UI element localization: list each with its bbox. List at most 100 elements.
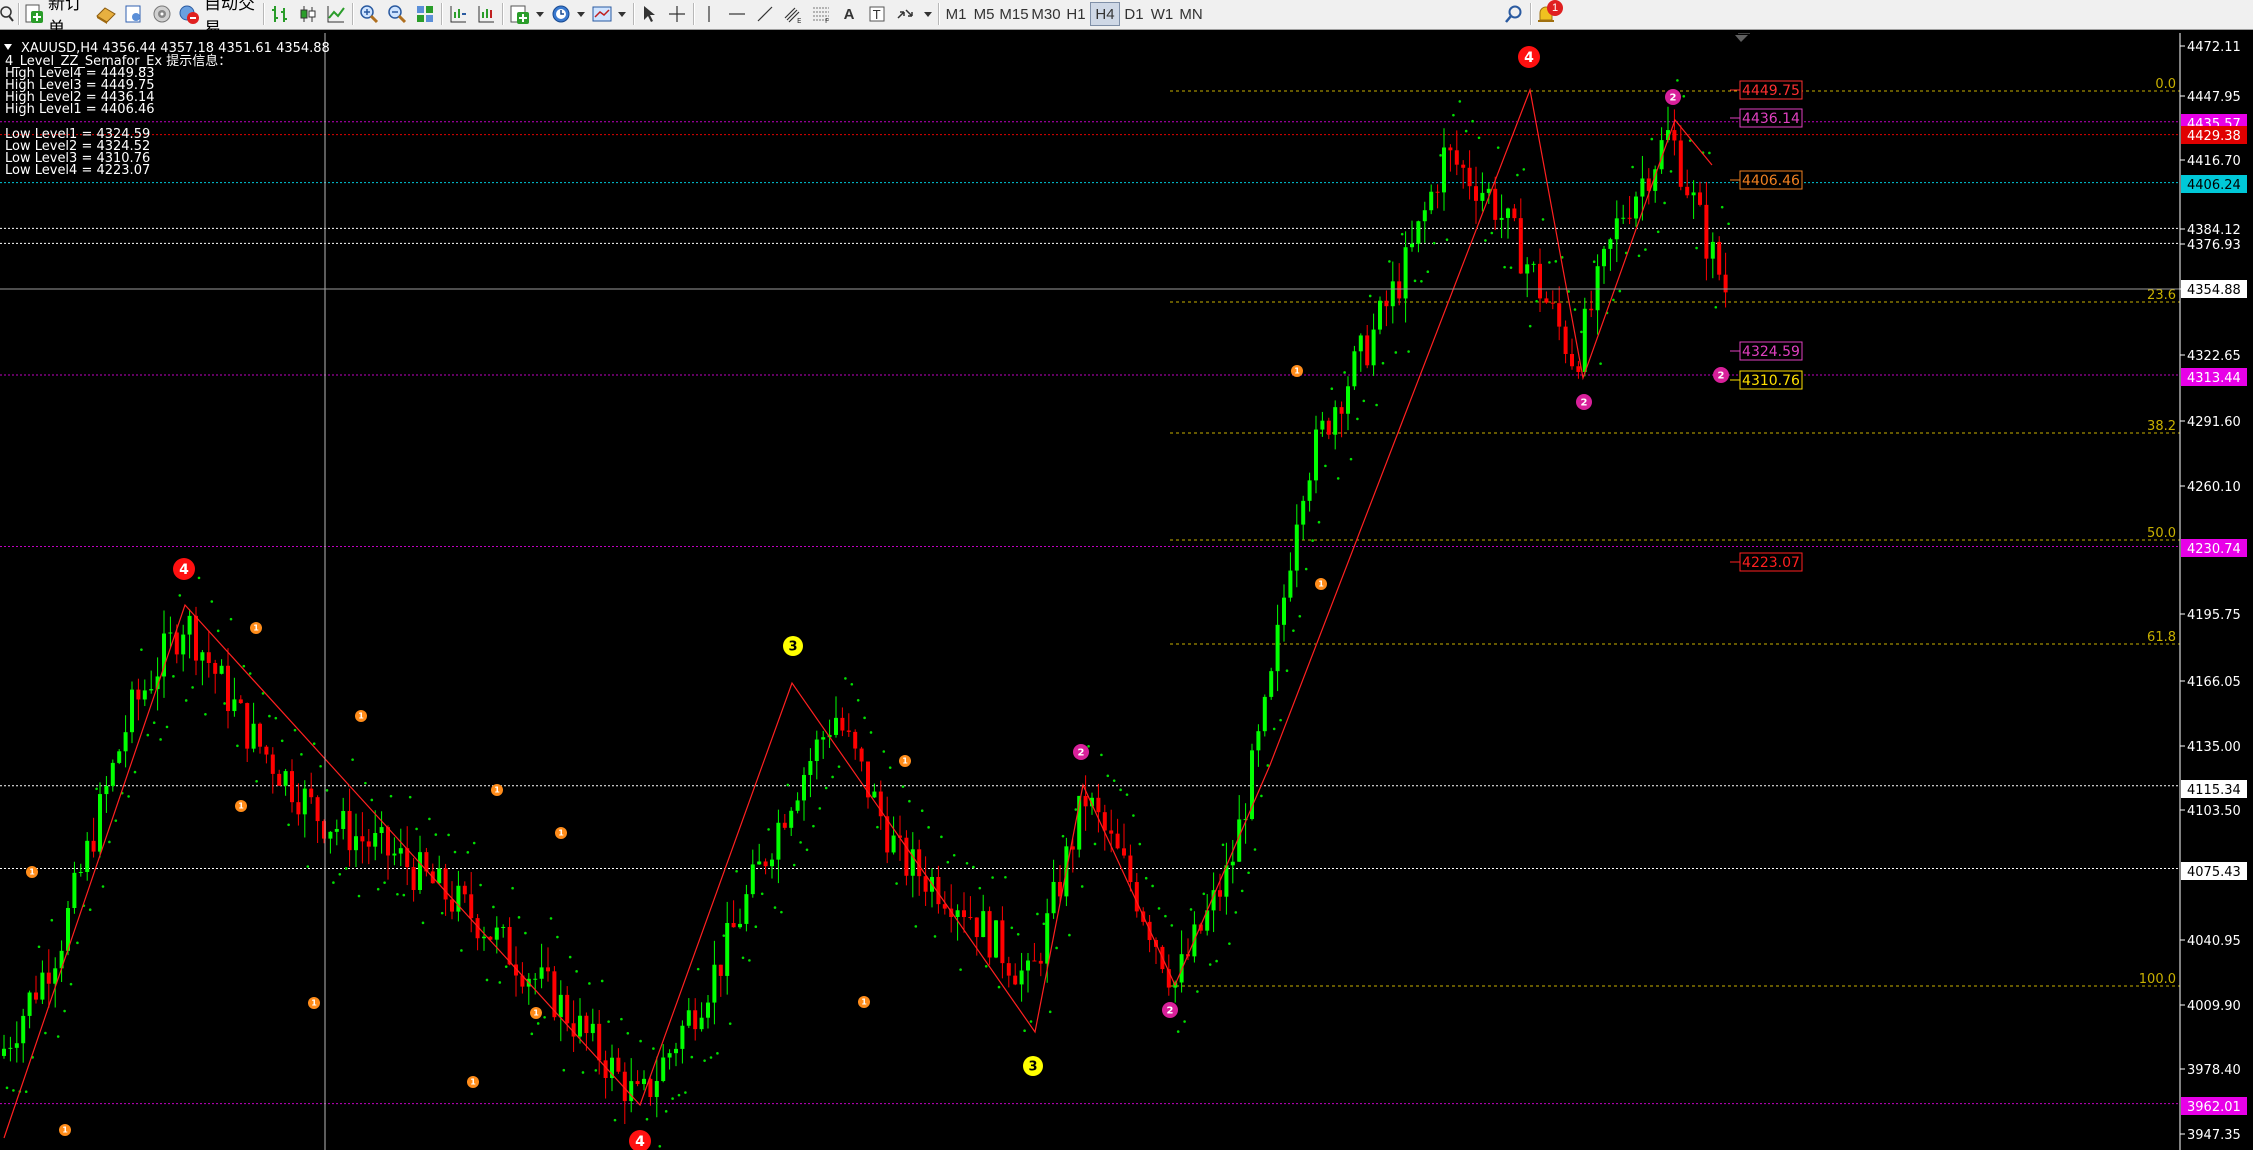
auto-trading-button[interactable]: 自动交易 [178,0,260,38]
candle-body [706,1002,710,1018]
sar-dot [332,881,335,884]
candle-body [98,794,102,852]
svg-text:1: 1 [62,1126,68,1135]
svg-text:2: 2 [1581,398,1588,409]
timeframe-mn[interactable]: MN [1176,2,1206,26]
timeframe-w1[interactable]: W1 [1148,2,1176,26]
candle-body [674,1048,678,1054]
candle-body [1493,188,1498,220]
candle-body [802,774,806,801]
search-icon[interactable] [1502,2,1526,26]
sar-dot [1714,305,1718,309]
arrows-icon[interactable] [893,2,935,26]
candle-body [219,665,224,674]
tile-windows-icon[interactable] [413,2,437,26]
sar-dot [1394,351,1398,354]
svg-text:4: 4 [1524,50,1534,66]
sar-dot [191,686,194,689]
sar-dot [453,850,457,854]
candle-body [283,771,288,786]
candle-body [354,836,358,851]
sar-dot [1509,266,1513,269]
candle-body [1275,624,1280,672]
candle-chart-icon[interactable] [296,2,320,26]
sar-dot [146,733,150,737]
zoom-in-icon[interactable] [357,2,381,26]
sar-dot [1292,629,1295,632]
sar-dot [1496,146,1500,149]
price-chart[interactable]: 0.0 23.6 38.2 50.0 61.8 100.0 4 4 4 3 3 2 2 2 2 2 1 1 1 1 1… [0,33,2253,1150]
autoscroll-icon[interactable] [474,2,498,26]
templates-icon[interactable] [589,2,629,26]
timeframe-m1[interactable]: M1 [942,2,970,26]
price-tag-label: 4406.24 [2187,178,2241,193]
timeframe-m15[interactable]: M15 [998,2,1030,26]
candle-body [507,926,512,965]
notification-button[interactable]: 1 [1534,0,1564,26]
new-order-icon [24,4,44,24]
sar-dot [44,1031,47,1035]
sar-dot [844,677,847,680]
candle-body [8,1047,13,1049]
candle-body [328,831,333,839]
sar-dot [69,982,73,986]
text-icon[interactable]: A [837,2,861,26]
zoom-icon[interactable] [0,2,14,26]
sar-dot [1720,205,1724,209]
semafor-marker: 1 [555,827,567,839]
fib-level-label: 61.8 [2147,630,2176,645]
timeframe-d1[interactable]: D1 [1120,2,1148,26]
sar-dot [613,1118,617,1122]
new-order-button[interactable]: 新订单 [24,0,94,38]
candle-body [181,634,186,655]
vertical-line-icon[interactable] [697,2,721,26]
sar-dot [818,807,822,810]
sar-dot [1336,477,1340,480]
timeframe-m30[interactable]: M30 [1030,2,1062,26]
candle-body [1307,480,1312,501]
svg-text:3: 3 [788,640,797,655]
trendline-icon[interactable] [753,2,777,26]
text-label-icon[interactable]: T [865,2,889,26]
sar-dot [344,867,348,870]
line-chart-icon[interactable] [324,2,348,26]
navigator-icon[interactable] [122,2,146,26]
sar-dot [1330,387,1334,391]
candle-body [1262,696,1267,732]
sar-dot [101,885,105,888]
svg-text:1: 1 [1294,367,1300,376]
sar-dot [114,819,118,822]
cursor-icon[interactable] [637,2,661,26]
svg-text:E: E [797,17,801,24]
sar-dot [933,935,937,938]
candle-body [206,652,211,663]
high-level-1: High Level1 = 4406.46 [5,102,155,117]
sar-dot [1144,876,1148,880]
sar-dot [460,949,463,952]
fibonacci-icon[interactable]: F [809,2,833,26]
sar-dot [703,1059,706,1062]
timeframe-h4[interactable]: H4 [1090,2,1120,26]
sar-dot [88,908,92,912]
chart-shift-icon[interactable] [446,2,470,26]
candle-body [1301,500,1306,525]
candle-body [629,1081,634,1102]
periods-icon[interactable] [548,2,588,26]
equidistant-channel-icon[interactable]: E [781,2,805,26]
indicators-icon[interactable] [507,2,547,26]
crosshair-icon[interactable] [665,2,689,26]
candle-body [360,836,365,842]
timeframe-m5[interactable]: M5 [970,2,998,26]
candle-body [232,699,237,712]
svg-text:1: 1 [1318,580,1324,589]
market-watch-icon[interactable] [94,2,118,26]
horizontal-line-icon[interactable] [725,2,749,26]
bar-chart-icon[interactable] [268,2,292,26]
candle-body [1474,186,1478,201]
candle-body [1314,429,1318,481]
sar-dot [1311,539,1314,542]
sar-dot [1112,779,1116,782]
timeframe-h1[interactable]: H1 [1062,2,1090,26]
zoom-out-icon[interactable] [385,2,409,26]
signal-icon[interactable] [150,2,174,26]
